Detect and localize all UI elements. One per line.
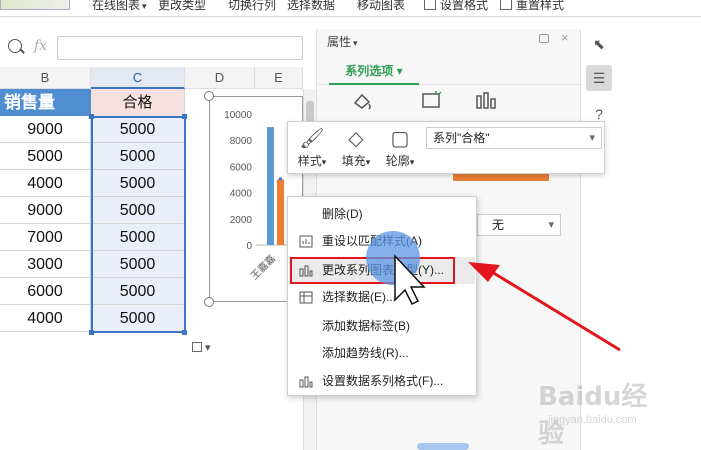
watermark: Baidu经验 jingyan.baidu.com [538, 382, 648, 449]
red-arrow-icon [491, 270, 621, 352]
red-arrow-head [468, 262, 500, 282]
